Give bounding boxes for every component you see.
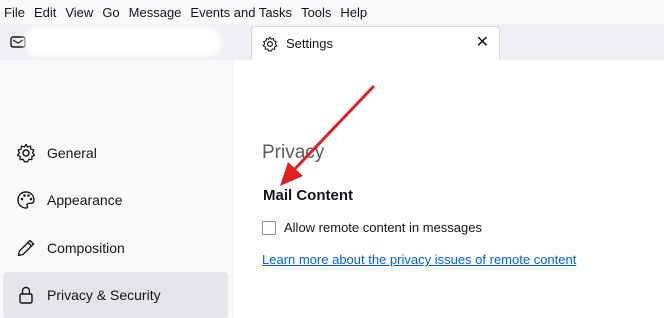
mail-content-heading: Mail Content: [263, 187, 353, 204]
menu-view[interactable]: View: [61, 5, 97, 20]
tab-strip: Settings ✕: [0, 24, 664, 61]
sidebar-item-general[interactable]: General: [3, 130, 228, 176]
menu-tools[interactable]: Tools: [297, 5, 335, 20]
mail-icon: [10, 35, 26, 54]
mail-tab[interactable]: [6, 30, 236, 54]
lock-icon: [16, 285, 36, 305]
learn-more-link[interactable]: Learn more about the privacy issues of r…: [262, 252, 576, 267]
pencil-icon: [16, 238, 36, 258]
sidebar-item-composition[interactable]: Composition: [3, 225, 228, 271]
settings-sidebar: General Appearance Composition Privacy &…: [0, 60, 235, 318]
sidebar-item-label: General: [47, 145, 97, 161]
remote-content-label[interactable]: Allow remote content in messages: [284, 220, 482, 235]
page-title: Privacy: [262, 142, 325, 163]
sidebar-item-privacy-security[interactable]: Privacy & Security: [3, 272, 228, 318]
sidebar-item-appearance[interactable]: Appearance: [3, 177, 228, 223]
gear-icon: [262, 36, 278, 52]
settings-content: Privacy Mail Content Allow remote conten…: [235, 60, 664, 318]
remote-content-checkbox[interactable]: [262, 220, 276, 235]
menu-help[interactable]: Help: [336, 5, 371, 20]
sidebar-item-label: Appearance: [47, 192, 123, 208]
remote-content-option[interactable]: Allow remote content in messages: [262, 220, 482, 235]
sidebar-item-label: Composition: [47, 240, 125, 256]
menu-message[interactable]: Message: [125, 5, 186, 20]
settings-tab-label: Settings: [286, 36, 333, 51]
tab-settings[interactable]: Settings ✕: [251, 26, 500, 60]
menu-go[interactable]: Go: [98, 5, 123, 20]
menu-file[interactable]: File: [0, 5, 29, 20]
sidebar-item-label: Privacy & Security: [47, 287, 161, 303]
menubar: File Edit View Go Message Events and Tas…: [0, 0, 664, 24]
palette-icon: [16, 190, 36, 210]
redacted-account-name: [30, 33, 215, 51]
menu-edit[interactable]: Edit: [30, 5, 60, 20]
gear-icon: [16, 143, 36, 163]
menu-events-and-tasks[interactable]: Events and Tasks: [186, 5, 296, 20]
close-icon[interactable]: ✕: [476, 34, 489, 52]
